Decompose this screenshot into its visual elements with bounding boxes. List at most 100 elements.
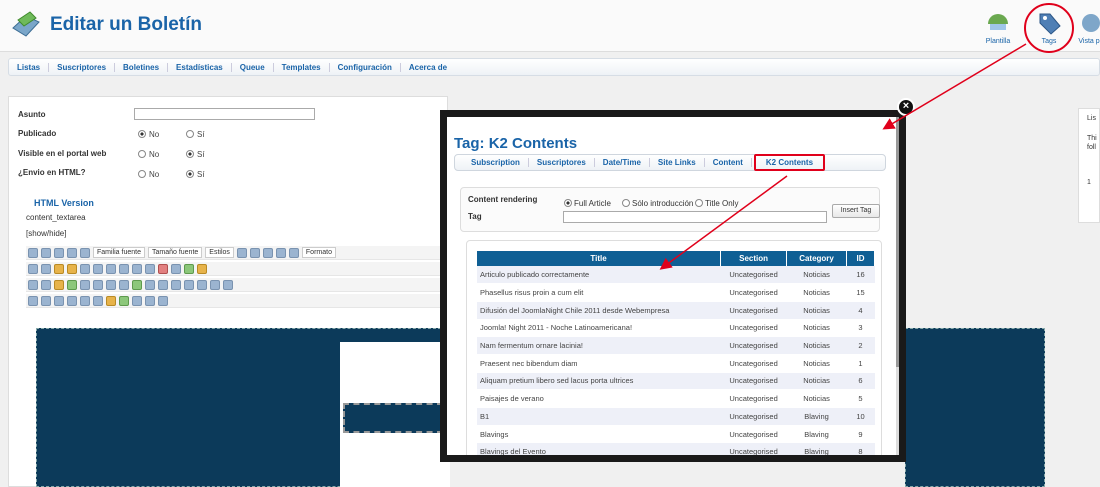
italic-icon[interactable] (67, 247, 77, 258)
nav-suscriptores[interactable]: Suscriptores (49, 62, 116, 72)
align-right-icon[interactable] (275, 247, 286, 258)
col-id[interactable]: ID (846, 251, 875, 266)
row-title[interactable]: Paisajes de verano (477, 389, 721, 408)
col-category[interactable]: Category (786, 251, 847, 266)
table-row[interactable]: Blavings del Evento Uncategorised Blaving 8 (477, 442, 875, 455)
vista-previa-button[interactable]: Vista p (1078, 8, 1100, 48)
table-row[interactable]: Difusión del JoomlaNight Chile 2011 desd… (477, 301, 875, 320)
tab-subscription[interactable]: Subscription (463, 158, 529, 167)
full-article-radio[interactable]: Full Article (561, 199, 611, 208)
outdent-icon[interactable] (80, 263, 90, 274)
align-left-icon[interactable] (249, 247, 260, 258)
new-doc-icon[interactable] (41, 247, 51, 258)
template-btn-icon[interactable] (145, 295, 155, 306)
redo-icon[interactable] (119, 263, 129, 274)
table-icon[interactable] (106, 279, 116, 290)
title-only-radio[interactable]: Title Only (692, 199, 739, 208)
styles-select[interactable]: Estilos (205, 247, 234, 258)
modal-close-button[interactable]: × (897, 98, 915, 116)
row-title[interactable]: Praesent nec bibendum diam (477, 354, 721, 373)
row-title[interactable]: Blavings del Evento (477, 442, 721, 455)
table-row[interactable]: Phasellus risus proin a cum elit Uncatego… (477, 283, 875, 302)
publicado-no-radio[interactable]: No (138, 130, 159, 139)
date-icon[interactable] (106, 295, 116, 306)
media-icon[interactable] (158, 279, 168, 290)
nav-configuracion[interactable]: Configuración (330, 62, 401, 72)
cite-icon[interactable] (67, 295, 77, 306)
table-row[interactable]: Blavings Uncategorised Blaving 9 (477, 425, 875, 444)
col-section[interactable]: Section (720, 251, 788, 266)
justify-icon[interactable] (288, 247, 299, 258)
row-title[interactable]: Aliquam pretium libero sed lacus porta u… (477, 372, 721, 391)
table-row[interactable]: Nam fermentum ornare lacinia! Uncategoris… (477, 336, 875, 355)
strike-icon[interactable] (236, 247, 247, 258)
highlight-icon[interactable] (67, 263, 77, 274)
format-select[interactable]: Formato (301, 247, 336, 258)
nav-queue[interactable]: Queue (232, 62, 274, 72)
superscript-icon[interactable] (210, 279, 220, 290)
tab-date-time[interactable]: Date/Time (595, 158, 650, 167)
acronym-icon[interactable] (93, 295, 103, 306)
tag-input[interactable] (563, 211, 827, 223)
insert-tag-button[interactable]: Insert Tag (832, 204, 880, 218)
row-title[interactable]: Nam fermentum ornare lacinia! (477, 336, 721, 355)
tab-k2-contents[interactable]: K2 Contents (753, 154, 826, 171)
row-title[interactable]: B1 (477, 407, 721, 426)
row-title[interactable]: Difusión del JoomlaNight Chile 2011 desd… (477, 301, 721, 320)
number-list-icon[interactable] (145, 263, 155, 274)
subscript-icon[interactable] (197, 279, 207, 290)
bold-icon[interactable] (54, 247, 64, 258)
font-family-select[interactable]: Familia fuente (93, 247, 145, 258)
asunto-input[interactable] (134, 108, 315, 120)
plantilla-button[interactable]: Plantilla (978, 8, 1018, 48)
tab-content[interactable]: Content (705, 158, 752, 167)
image-icon[interactable] (67, 279, 77, 290)
envio-si-radio[interactable]: Sí (186, 170, 205, 179)
anchor-icon[interactable] (93, 279, 103, 290)
style-icon[interactable] (132, 295, 142, 306)
replace-icon[interactable] (41, 263, 51, 274)
tab-site-links[interactable]: Site Links (650, 158, 705, 167)
publicado-si-radio[interactable]: Sí (186, 130, 205, 139)
pagebreak-icon[interactable] (41, 295, 51, 306)
table-row[interactable]: B1 Uncategorised Blaving 10 (477, 407, 875, 426)
underline-icon[interactable] (80, 247, 90, 258)
pilcrow-icon[interactable] (54, 295, 64, 306)
indent-icon[interactable] (93, 263, 103, 274)
layer-icon[interactable] (119, 295, 129, 306)
table-row[interactable]: Praesent nec bibendum diam Uncategorised N… (477, 354, 875, 373)
cut-icon[interactable] (158, 263, 168, 274)
link-icon[interactable] (80, 279, 90, 290)
row-title[interactable]: Phasellus risus proin a cum elit (477, 283, 721, 302)
column-icon[interactable] (132, 279, 142, 290)
print-icon[interactable] (171, 279, 181, 290)
merge-icon[interactable] (145, 279, 155, 290)
text-color-icon[interactable] (54, 263, 64, 274)
nav-templates[interactable]: Templates (274, 62, 330, 72)
table-row[interactable]: Aliquam pretium libero sed lacus porta u… (477, 372, 875, 391)
table-row[interactable]: Joomla! Night 2011 - Noche Latinoamerica… (477, 319, 875, 338)
row-title[interactable]: Joomla! Night 2011 - Noche Latinoamerica… (477, 319, 721, 338)
nav-boletines[interactable]: Boletines (115, 62, 169, 72)
row-title[interactable]: Blavings (477, 425, 721, 444)
align-center-icon[interactable] (262, 247, 273, 258)
paragraph-icon[interactable] (41, 279, 51, 290)
col-title[interactable]: Title (477, 251, 722, 266)
table-row[interactable]: Paisajes de verano Uncategorised Noticias 5 (477, 389, 875, 408)
bullet-list-icon[interactable] (132, 263, 142, 274)
omega-icon[interactable] (223, 279, 233, 290)
emoticon-icon[interactable] (54, 279, 64, 290)
fullscreen-icon[interactable] (158, 295, 168, 306)
visible-no-radio[interactable]: No (138, 150, 159, 159)
paste-icon[interactable] (184, 263, 194, 274)
find-icon[interactable] (28, 263, 38, 274)
help-icon[interactable] (28, 247, 38, 258)
tab-suscriptores[interactable]: Suscriptores (529, 158, 595, 167)
modal-scrollbar[interactable] (896, 117, 899, 455)
nav-acerca-de[interactable]: Acerca de (401, 63, 455, 72)
row-icon[interactable] (119, 279, 129, 290)
solo-introduccion-radio[interactable]: Sólo introducción (619, 199, 693, 208)
undo-icon[interactable] (106, 263, 116, 274)
source-icon[interactable] (28, 279, 38, 290)
copy-icon[interactable] (171, 263, 181, 274)
